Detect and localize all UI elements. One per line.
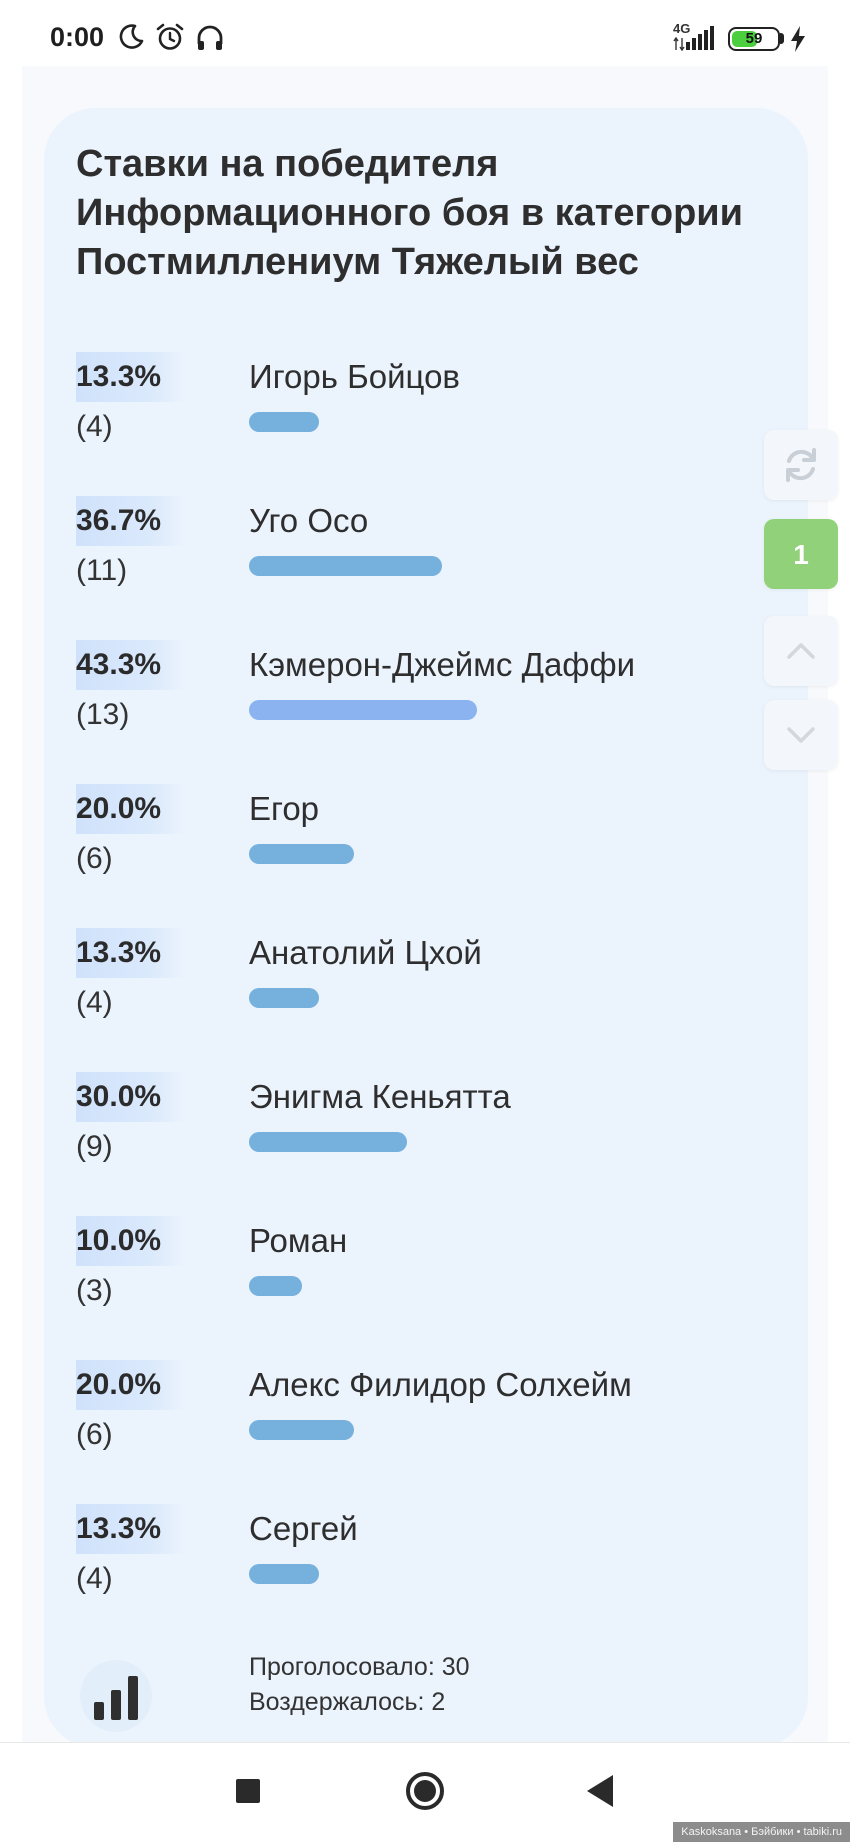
option-percent: 20.0%	[76, 1360, 184, 1410]
charging-icon	[791, 26, 805, 52]
poll-option[interactable]: 13.3% (4) Сергей	[76, 1504, 756, 1614]
option-label: Сергей	[249, 1510, 358, 1547]
new-comments-counter[interactable]: 1	[764, 519, 838, 589]
option-label: Алекс Филидор Солхейм	[249, 1366, 632, 1403]
option-percent: 10.0%	[76, 1216, 184, 1266]
alarm-icon	[156, 23, 184, 50]
option-vote-count: (6)	[76, 1418, 113, 1451]
option-result-bar	[249, 700, 477, 720]
scroll-down-button[interactable]	[764, 700, 838, 770]
chevron-down-icon	[787, 727, 815, 743]
option-result-bar	[249, 1420, 354, 1440]
poll-stats-button[interactable]	[80, 1660, 152, 1732]
option-percent: 36.7%	[76, 496, 184, 546]
option-result-bar	[249, 988, 319, 1008]
counter-value: 1	[793, 539, 809, 570]
poll-option[interactable]: 20.0% (6) Егор	[76, 784, 756, 894]
option-vote-count: (4)	[76, 410, 113, 443]
refresh-button[interactable]	[764, 430, 838, 500]
poll-option[interactable]: 13.3% (4) Игорь Бойцов	[76, 352, 756, 462]
battery-icon: 59	[728, 27, 780, 51]
battery-tip	[780, 33, 784, 44]
poll-option[interactable]: 36.7% (11) Уго Осо	[76, 496, 756, 606]
option-percent: 13.3%	[76, 1504, 184, 1554]
poll-option[interactable]: 30.0% (9) Энигма Кеньятта	[76, 1072, 756, 1182]
option-percent: 30.0%	[76, 1072, 184, 1122]
status-bar: 0:00 4G 59	[0, 0, 850, 66]
back-icon[interactable]	[570, 1761, 630, 1821]
option-label: Кэмерон-Джеймс Даффи	[249, 646, 636, 683]
poll-option[interactable]: 20.0% (6) Алекс Филидор Солхейм	[76, 1360, 756, 1470]
option-result-bar	[249, 1276, 302, 1296]
home-icon[interactable]	[395, 1761, 455, 1821]
option-label: Игорь Бойцов	[249, 358, 460, 395]
moon-icon	[119, 24, 144, 49]
option-label: Анатолий Цхой	[249, 934, 482, 971]
data-arrows-icon	[673, 37, 685, 51]
option-label: Уго Осо	[249, 502, 369, 539]
option-result-bar	[249, 556, 442, 576]
option-percent: 43.3%	[76, 640, 184, 690]
abstained-count: Воздержалось: 2	[249, 1688, 446, 1716]
option-label: Роман	[249, 1222, 348, 1259]
option-percent: 13.3%	[76, 352, 184, 402]
option-vote-count: (11)	[76, 554, 128, 587]
option-result-bar	[249, 1132, 407, 1152]
option-vote-count: (13)	[76, 698, 130, 731]
refresh-icon	[786, 448, 816, 482]
poll-option[interactable]: 13.3% (4) Анатолий Цхой	[76, 928, 756, 1038]
scroll-up-button[interactable]	[764, 616, 838, 686]
poll-totals: Проголосовало: 30 Воздержалось: 2	[249, 1650, 470, 1720]
poll-option[interactable]: 43.3% (13) Кэмерон-Джеймс Даффи	[76, 640, 756, 750]
option-label: Энигма Кеньятта	[249, 1078, 511, 1115]
option-vote-count: (9)	[76, 1130, 113, 1163]
option-vote-count: (6)	[76, 842, 113, 875]
option-percent: 20.0%	[76, 784, 184, 834]
battery-percent: 59	[745, 30, 763, 47]
status-time: 0:00	[50, 22, 105, 52]
option-result-bar	[249, 412, 319, 432]
option-label: Егор	[249, 790, 320, 827]
bar-chart-icon	[94, 1676, 138, 1720]
voted-count: Проголосовало: 30	[249, 1653, 470, 1681]
headphones-icon	[197, 25, 223, 50]
watermark: Kaskoksana • Бэйбики • tabiki.ru	[673, 1822, 850, 1842]
signal-icon	[686, 26, 714, 50]
chevron-up-icon	[787, 643, 815, 659]
option-vote-count: (4)	[76, 1562, 113, 1595]
option-vote-count: (3)	[76, 1274, 113, 1307]
poll-title: Ставки на победителя Информационного боя…	[76, 143, 744, 283]
recent-apps-icon[interactable]	[218, 1761, 278, 1821]
option-result-bar	[249, 1564, 319, 1584]
option-result-bar	[249, 844, 354, 864]
poll-option[interactable]: 10.0% (3) Роман	[76, 1216, 756, 1326]
option-percent: 13.3%	[76, 928, 184, 978]
option-vote-count: (4)	[76, 986, 113, 1019]
